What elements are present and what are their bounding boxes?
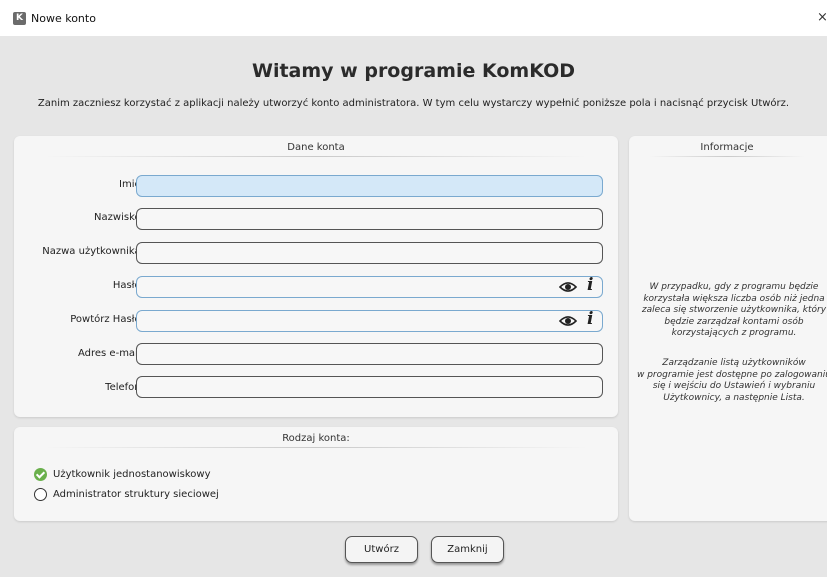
close-button[interactable]: Zamknij — [431, 536, 504, 563]
radio-single-user[interactable]: Użytkownik jednostanowiskowy — [34, 467, 211, 481]
show-password-eye-icon[interactable] — [559, 279, 577, 295]
account-type-title: Rodzaj konta: — [282, 433, 350, 444]
password-info-icon[interactable]: i — [587, 275, 614, 295]
repeat-password-label: Powtórz Hasło: — [70, 314, 144, 325]
window-title: Nowe konto — [31, 12, 96, 25]
info-paragraph-1: W przypadku, gdy z programu będzie korzy… — [641, 282, 827, 338]
divider — [44, 447, 588, 448]
page-subtitle: Zanim zaczniesz korzystać z aplikacji na… — [37, 98, 790, 109]
info-panel-title: Informacje — [700, 142, 754, 153]
radio-unchecked-icon[interactable] — [34, 487, 47, 501]
account-data-panel: Dane konta Imię: Nazwisko: Nazwa użytkow… — [14, 136, 618, 417]
info-paragraph-2: Zarządzanie listą użytkowników w program… — [637, 358, 827, 403]
page-title: Witamy w programie KomKOD — [252, 60, 575, 82]
last-name-label: Nazwisko: — [94, 212, 144, 223]
divider — [44, 156, 588, 157]
radio-network-admin[interactable]: Administrator struktury sieciowej — [34, 487, 219, 501]
username-label: Nazwa użytkownika: — [42, 246, 144, 257]
window-titlebar: K Nowe konto × — [0, 0, 827, 36]
phone-label: Telefon: — [105, 382, 144, 393]
email-label: Adres e-mail: — [77, 348, 144, 359]
window-close-button[interactable]: × — [817, 10, 827, 25]
password-input[interactable] — [136, 276, 603, 298]
email-input[interactable] — [136, 343, 603, 365]
divider — [649, 156, 805, 157]
password-label: Hasło: — [112, 280, 144, 291]
last-name-input[interactable] — [136, 208, 603, 230]
phone-input[interactable] — [136, 376, 603, 398]
repeat-password-input[interactable] — [136, 310, 603, 332]
account-type-panel: Rodzaj konta: Użytkownik jednostanowisko… — [14, 427, 618, 521]
repeat-password-info-icon[interactable]: i — [587, 309, 614, 329]
first-name-label: Imię: — [119, 179, 144, 190]
username-input[interactable] — [136, 242, 603, 264]
first-name-input[interactable] — [136, 175, 603, 197]
create-button[interactable]: Utwórz — [345, 536, 418, 563]
radio-checked-icon[interactable] — [34, 467, 47, 481]
information-panel: Informacje W przypadku, gdy z programu b… — [629, 136, 827, 521]
show-repeat-password-eye-icon[interactable] — [559, 313, 577, 329]
radio-network-admin-label: Administrator struktury sieciowej — [53, 488, 219, 500]
account-panel-title: Dane konta — [287, 142, 345, 153]
radio-single-user-label: Użytkownik jednostanowiskowy — [53, 468, 211, 480]
app-logo-icon: K — [13, 12, 26, 25]
